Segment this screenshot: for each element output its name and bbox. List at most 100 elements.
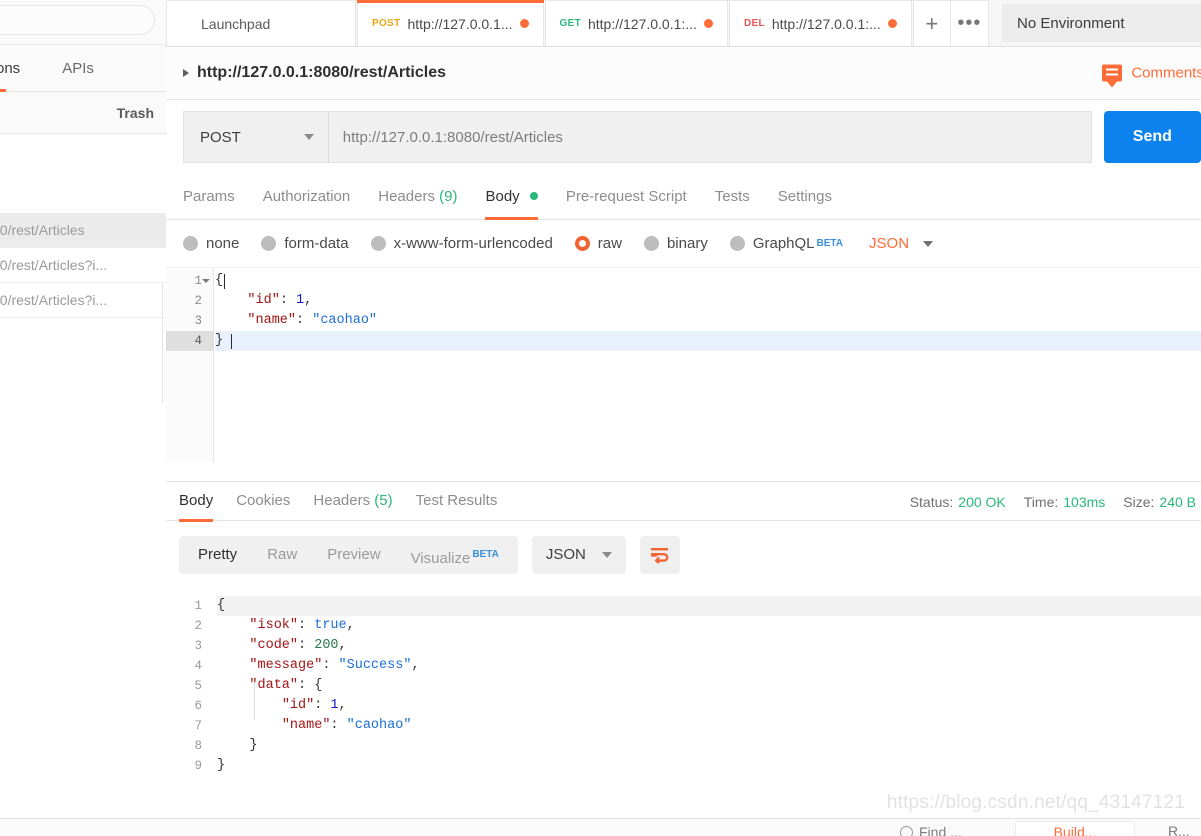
- trash-button[interactable]: Trash: [117, 105, 166, 121]
- body-type-none[interactable]: none: [183, 235, 239, 252]
- line-number: 2: [194, 294, 202, 308]
- body-type-graphql[interactable]: GraphQL BETA: [729, 235, 844, 252]
- tab-body[interactable]: Body: [485, 174, 539, 220]
- beta-badge: BETA: [816, 238, 844, 249]
- tab-pre-request-script[interactable]: Pre-request Script: [566, 174, 687, 220]
- tab-headers-count: (9): [439, 187, 458, 205]
- response-format-select[interactable]: JSON: [531, 535, 626, 574]
- watermark: https://blog.csdn.net/qq_43147121: [886, 792, 1185, 813]
- code-line: "id": 1,: [281, 698, 347, 713]
- body-type-raw-label: raw: [597, 235, 622, 252]
- response-tab-headers[interactable]: Headers (5): [313, 481, 392, 521]
- view-mode-raw[interactable]: Raw: [252, 536, 312, 574]
- status-label: Status:: [909, 494, 954, 510]
- tab-options-button[interactable]: •••: [950, 0, 989, 46]
- body-type-binary[interactable]: binary: [643, 235, 708, 252]
- chevron-down-icon: [923, 240, 934, 247]
- response-tab-headers-label: Headers: [313, 492, 371, 509]
- sidebar: ons APIs Trash 30/rest/Articles 30/rest/…: [0, 0, 166, 836]
- beta-badge: BETA: [472, 548, 499, 560]
- unsaved-dot-icon: [519, 19, 529, 28]
- url-bar: POST http://127.0.0.1:8080/rest/Articles…: [166, 100, 1201, 174]
- tab-url-label: http://127.0.0.1:...: [771, 15, 881, 32]
- tab-params[interactable]: Params: [183, 174, 235, 220]
- body-type-graphql-label: GraphQL: [752, 235, 815, 252]
- tab-method-label: POST: [372, 18, 401, 29]
- sidebar-search-row: [0, 0, 166, 45]
- body-type-urlencoded[interactable]: x-www-form-urlencoded: [370, 235, 553, 252]
- build-button[interactable]: Build...: [1015, 821, 1135, 836]
- tab-request-del[interactable]: DEL http://127.0.0.1:...: [728, 0, 912, 46]
- word-wrap-button[interactable]: [639, 535, 680, 574]
- radio-icon: [370, 236, 386, 251]
- line-number: 7: [194, 719, 202, 733]
- view-mode-visualize[interactable]: Visualize BETA: [396, 536, 514, 574]
- body-format-select[interactable]: JSON: [869, 235, 934, 252]
- body-type-form-data[interactable]: form-data: [261, 235, 349, 252]
- url-input[interactable]: http://127.0.0.1:8080/rest/Articles: [327, 111, 1092, 163]
- build-label: Build...: [1053, 824, 1097, 836]
- tab-authorization[interactable]: Authorization: [263, 174, 351, 220]
- response-tab-headers-count: (5): [374, 492, 393, 509]
- body-format-label: JSON: [869, 235, 910, 252]
- tab-settings[interactable]: Settings: [778, 174, 832, 220]
- code-line: }: [217, 738, 258, 753]
- body-type-urlencoded-label: x-www-form-urlencoded: [393, 235, 553, 252]
- tab-request-post[interactable]: POST http://127.0.0.1...: [357, 0, 544, 46]
- size-value: 240 B: [1159, 494, 1196, 510]
- body-type-raw[interactable]: raw: [574, 235, 622, 252]
- environment-selector[interactable]: No Environment: [1002, 4, 1201, 42]
- list-item[interactable]: 30/rest/Articles?i...: [0, 283, 166, 318]
- method-select[interactable]: POST: [183, 111, 328, 163]
- view-mode-preview[interactable]: Preview: [312, 536, 395, 574]
- comments-button[interactable]: Comments (: [1102, 64, 1201, 88]
- body-type-none-label: none: [206, 235, 240, 252]
- chevron-right-icon[interactable]: [183, 69, 189, 77]
- tab-tests[interactable]: Tests: [715, 174, 750, 220]
- sidebar-divider: [162, 283, 165, 403]
- list-item-label: 30/rest/Articles: [0, 222, 85, 238]
- main-panel: Launchpad POST http://127.0.0.1... GET h…: [166, 0, 1201, 836]
- request-body-editor[interactable]: 1 2 3 4 { "id": 1, "name": "caohao" }: [166, 267, 1201, 462]
- send-button[interactable]: Send: [1103, 111, 1201, 163]
- tab-body-label: Body: [485, 187, 520, 205]
- response-tab-test-results[interactable]: Test Results: [416, 481, 498, 521]
- new-tab-button[interactable]: +: [912, 0, 951, 46]
- text-caret: [224, 274, 225, 289]
- list-item[interactable]: 30/rest/Articles: [0, 213, 166, 248]
- code-line: "id": 1,: [247, 293, 313, 308]
- sidebar-request-list: 30/rest/Articles 30/rest/Articles?i... 3…: [0, 135, 166, 836]
- code-line: "name": "caohao": [281, 718, 412, 733]
- fold-arrow-icon[interactable]: [202, 279, 210, 283]
- comments-label: Comments (: [1131, 64, 1201, 82]
- page-title: http://127.0.0.1:8080/rest/Articles: [197, 64, 447, 81]
- line-number: 4: [194, 659, 202, 673]
- tab-headers[interactable]: Headers (9): [378, 174, 457, 220]
- list-item-label: 30/rest/Articles?i...: [0, 257, 108, 273]
- response-tab-body[interactable]: Body: [179, 481, 214, 522]
- status-bar: Find ... Build... R...: [0, 818, 1201, 836]
- line-number: 9: [194, 759, 202, 773]
- ellipsis-icon: •••: [957, 12, 982, 34]
- radio-icon: [729, 236, 745, 251]
- response-tab-cookies[interactable]: Cookies: [236, 481, 290, 521]
- view-mode-pretty[interactable]: Pretty: [183, 536, 252, 574]
- chevron-down-icon: [601, 551, 612, 558]
- response-metrics: Status: 200 OK Time: 103ms Size: 240 B: [892, 482, 1196, 522]
- sidebar-tab-collections[interactable]: ons: [0, 46, 30, 92]
- tab-request-get[interactable]: GET http://127.0.0.1:...: [544, 0, 728, 46]
- time-label: Time:: [1023, 494, 1059, 510]
- tab-launchpad[interactable]: Launchpad: [166, 0, 356, 46]
- sidebar-list-spacer: [0, 135, 166, 213]
- sidebar-tab-apis[interactable]: APIs: [52, 46, 104, 92]
- status-bar-right: R...: [1168, 823, 1190, 836]
- line-number: 4: [166, 331, 214, 351]
- search-input[interactable]: [0, 5, 155, 35]
- view-mode-visualize-label: Visualize: [410, 549, 471, 567]
- find-button[interactable]: Find ...: [900, 824, 962, 836]
- sidebar-tabs: ons APIs: [0, 46, 166, 92]
- request-section-tabs: Params Authorization Headers (9) Body Pr…: [166, 174, 1201, 220]
- response-body-viewer[interactable]: 1 2 3 4 5 6 7 8 9 { "isok": true, "code"…: [166, 587, 1201, 817]
- list-item[interactable]: 30/rest/Articles?i...: [0, 248, 166, 283]
- environment-label: No Environment: [1017, 14, 1125, 32]
